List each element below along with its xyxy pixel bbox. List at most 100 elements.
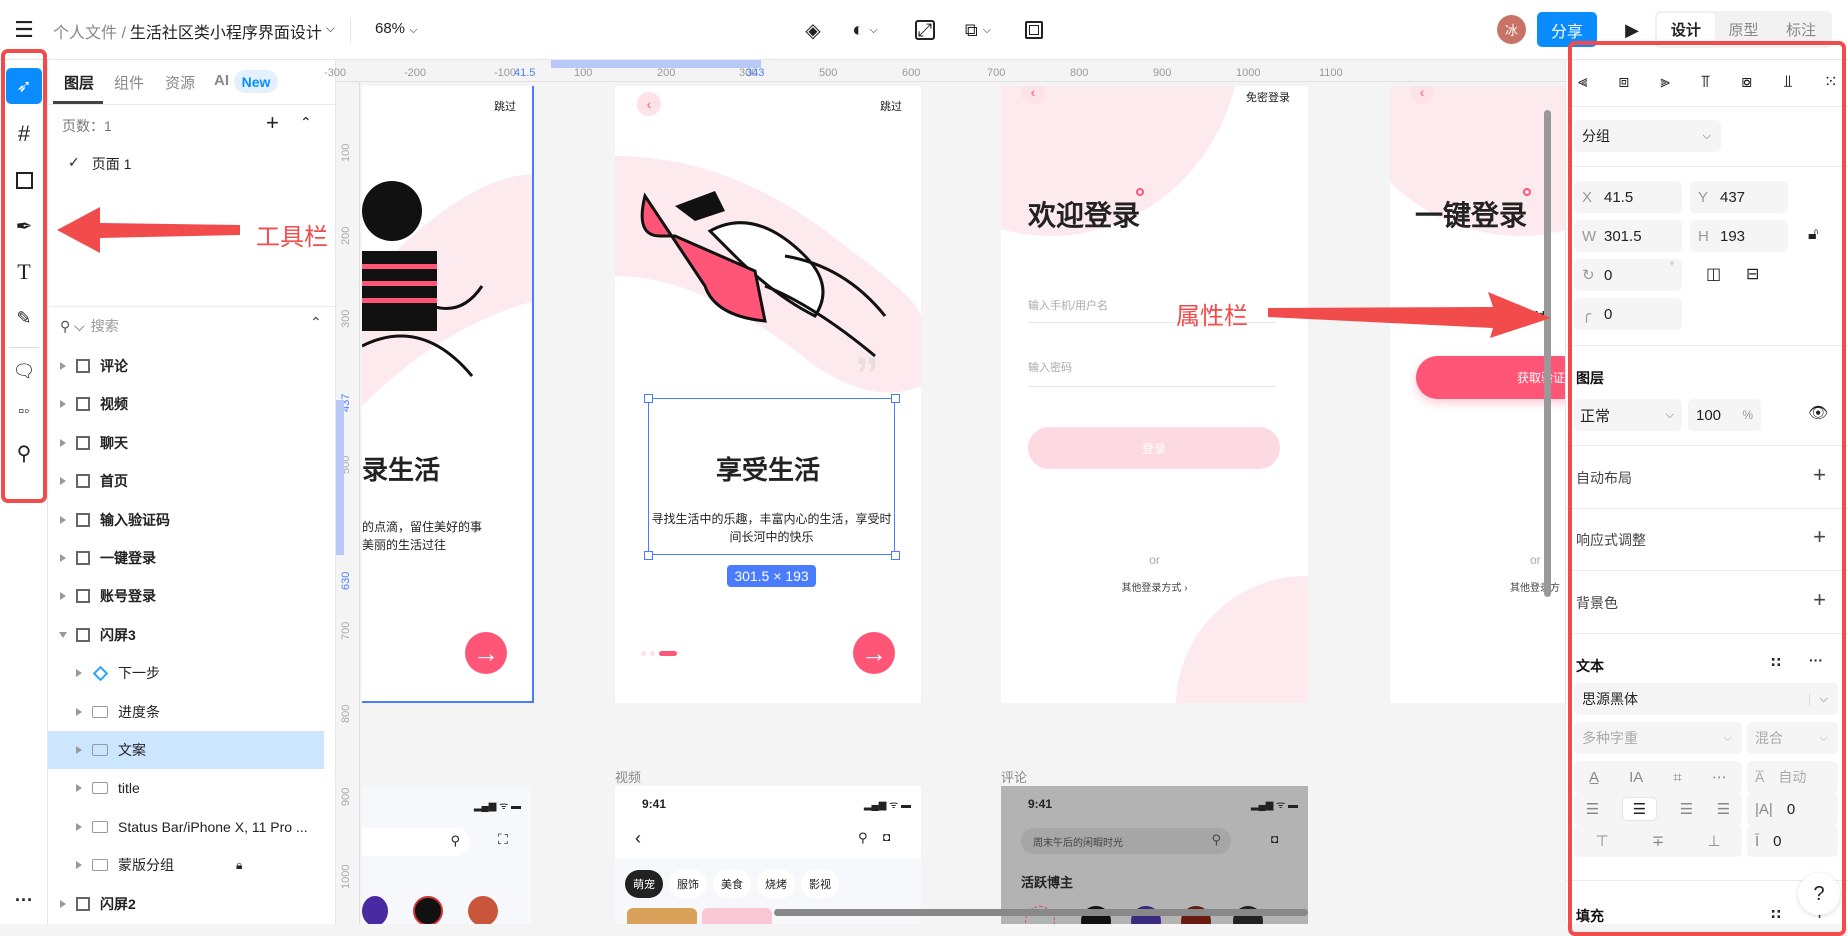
caret-right-icon[interactable] xyxy=(76,784,82,793)
layer-row[interactable]: 评论 xyxy=(48,347,324,385)
play-icon[interactable]: ▶ xyxy=(1620,17,1644,43)
artboard-account-login[interactable]: ‹ 免密登录 欢迎登录 输入手机/用户名 输入密码 登录 or 其他登录方式 › xyxy=(1001,86,1308,703)
get-code-button[interactable]: 获取验证 xyxy=(1416,356,1565,399)
resize-handle[interactable] xyxy=(891,551,900,560)
login-button[interactable]: 登录 xyxy=(1028,427,1280,469)
category-chip[interactable]: 美食 xyxy=(713,870,751,898)
next-arrow-button[interactable]: → xyxy=(465,632,507,674)
back-icon[interactable]: ‹ xyxy=(635,828,641,849)
frame-icon xyxy=(76,359,90,373)
other-login-link[interactable]: 其他登录方 xyxy=(1510,579,1560,594)
search-input[interactable]: 搜索 xyxy=(91,316,119,336)
resize-handle[interactable] xyxy=(891,394,900,403)
selection-box[interactable] xyxy=(648,398,895,555)
caret-right-icon[interactable] xyxy=(76,669,82,678)
frame-icon xyxy=(76,397,90,412)
camera-icon[interactable]: ◘ xyxy=(883,830,890,844)
layer-row[interactable]: Status Bar/iPhone X, 11 Pro ... xyxy=(48,808,324,846)
category-chip[interactable]: 服饰 xyxy=(669,870,707,898)
layer-row[interactable]: 进度条 xyxy=(48,693,324,731)
artboard-comment[interactable]: 9:41 ▂▄▆ ᯤ ▬ 周末午后的闲暇时光 ⚲ ◘ 活跃博主 xyxy=(1001,786,1308,924)
caret-right-icon[interactable] xyxy=(76,707,82,716)
other-login-link[interactable]: 其他登录方式 › xyxy=(1001,579,1308,594)
layer-row[interactable]: 一键登录 xyxy=(48,539,324,577)
next-arrow-button[interactable]: → xyxy=(853,632,895,674)
resize-icon[interactable]: ⤢ xyxy=(915,20,935,40)
add-page-icon[interactable]: + xyxy=(266,110,279,136)
tab-layers[interactable]: 图层 xyxy=(64,72,94,93)
layer-row[interactable]: 蒙版分组 🔒︎ xyxy=(48,846,324,884)
caret-down-icon[interactable] xyxy=(59,631,67,638)
layer-row[interactable]: 文案 xyxy=(48,731,324,769)
layer-row[interactable]: 聊天 xyxy=(48,424,324,462)
horizontal-scrollbar[interactable] xyxy=(774,909,1308,916)
artboard-onekey-login[interactable]: ‹ 一键登录 31 ** 获取验证 or 其他登录方 xyxy=(1390,86,1565,703)
back-icon[interactable]: ‹ xyxy=(637,92,661,116)
video-card[interactable] xyxy=(702,908,772,924)
component-icon[interactable]: ◈ xyxy=(800,17,826,43)
skip-link[interactable]: 跳过 xyxy=(880,98,902,114)
collapse-icon[interactable]: ⌃ xyxy=(300,114,312,131)
ruler-tick-label: 343 xyxy=(746,67,765,79)
caret-right-icon[interactable] xyxy=(60,477,66,486)
contrast-icon[interactable]: ◐ ⌵ xyxy=(845,17,885,43)
skip-link[interactable]: 跳过 xyxy=(494,98,516,114)
artboard-video[interactable]: 9:41 ▂▄▆ ᯤ ▬ ‹ ⚲ ◘ 萌宠 服饰 美食 烧烤 影视 xyxy=(615,786,921,924)
file-name[interactable]: 生活社区类小程序界面设计 xyxy=(130,19,322,43)
search-icon[interactable]: ⚲ xyxy=(858,830,868,846)
more-icon[interactable]: ··· xyxy=(6,882,42,918)
search-bar[interactable]: 周末午后的闲暇时光 ⚲ xyxy=(1021,828,1231,854)
artboard-home[interactable]: ▂▄▆ ᯤ ▬ ⚲ ⛶ xyxy=(362,786,531,924)
vertical-scrollbar[interactable] xyxy=(1544,110,1551,597)
category-chip[interactable]: 萌宠 xyxy=(625,870,663,898)
menu-icon[interactable]: ☰ xyxy=(12,17,36,42)
layer-row[interactable]: 账号登录 xyxy=(48,577,324,615)
layer-row[interactable]: 首页 xyxy=(48,462,324,500)
video-card[interactable] xyxy=(627,908,697,924)
tab-assets[interactable]: 资源 xyxy=(165,72,195,93)
resize-handle[interactable] xyxy=(644,551,653,560)
caret-right-icon[interactable] xyxy=(76,746,82,754)
zoom-dropdown[interactable]: 68% ⌵ xyxy=(375,20,418,37)
breadcrumb-parent[interactable]: 个人文件 / xyxy=(53,19,126,43)
avatar[interactable]: 冰 xyxy=(1497,15,1526,44)
caret-right-icon[interactable] xyxy=(60,438,66,447)
page-item[interactable]: ✓ 页面 1 xyxy=(68,154,131,174)
category-chip[interactable]: 烧烤 xyxy=(757,870,795,898)
layer-row[interactable]: 下一步 xyxy=(48,654,324,692)
check-icon: ✓ xyxy=(68,154,80,170)
collapse-all-icon[interactable]: ⌃ xyxy=(310,314,322,331)
artboard-splash-2[interactable]: 跳过 录生活 的点滴，留住美好的事 美丽的生活过往 → xyxy=(362,86,534,703)
artboard-splash-3[interactable]: ” ‹ 跳过 享受生活 寻找生活中的乐趣，丰富内心的生活，享受时间长河中的快乐 … xyxy=(615,86,921,703)
artboard-label[interactable]: 评论 xyxy=(1001,767,1027,786)
caret-right-icon[interactable] xyxy=(60,554,66,562)
caret-right-icon[interactable] xyxy=(60,592,66,601)
frame-fit-icon[interactable] xyxy=(1025,21,1043,39)
tab-ai[interactable]: AI xyxy=(214,72,229,89)
passwordless-login-link[interactable]: 免密登录 xyxy=(1246,89,1290,105)
artboard-label[interactable]: 视频 xyxy=(615,767,641,786)
layer-row[interactable]: 视频 xyxy=(48,385,324,423)
layer-row[interactable]: title xyxy=(48,769,324,807)
caret-right-icon[interactable] xyxy=(76,861,82,870)
lock-icon[interactable]: 🔒︎ xyxy=(236,858,242,873)
scan-icon[interactable]: ⛶ xyxy=(498,831,508,848)
caret-right-icon[interactable] xyxy=(60,400,66,409)
chevron-down-icon[interactable]: ⌵ xyxy=(326,21,335,43)
layer-row[interactable]: 输入验证码 xyxy=(48,501,324,539)
password-input[interactable]: 输入密码 xyxy=(1028,359,1276,387)
search-bar[interactable]: ⚲ xyxy=(362,828,470,856)
camera-icon[interactable]: ◘ xyxy=(1271,832,1278,846)
caret-right-icon[interactable] xyxy=(60,362,66,370)
caret-right-icon[interactable] xyxy=(60,515,66,524)
caret-right-icon[interactable] xyxy=(76,822,82,831)
tab-components[interactable]: 组件 xyxy=(114,72,144,93)
layer-row[interactable]: 闪屏3 xyxy=(48,616,324,654)
resize-handle[interactable] xyxy=(644,394,653,403)
layer-search[interactable]: ⚲ ⌵ 搜索 xyxy=(60,316,119,336)
layer-name: 视频 xyxy=(100,396,128,413)
caret-right-icon[interactable] xyxy=(60,899,66,908)
category-chip[interactable]: 影视 xyxy=(801,870,839,898)
layer-row[interactable]: 闪屏2 xyxy=(48,885,324,923)
boolean-icon[interactable]: ⧉ ⌵ xyxy=(955,17,1001,43)
